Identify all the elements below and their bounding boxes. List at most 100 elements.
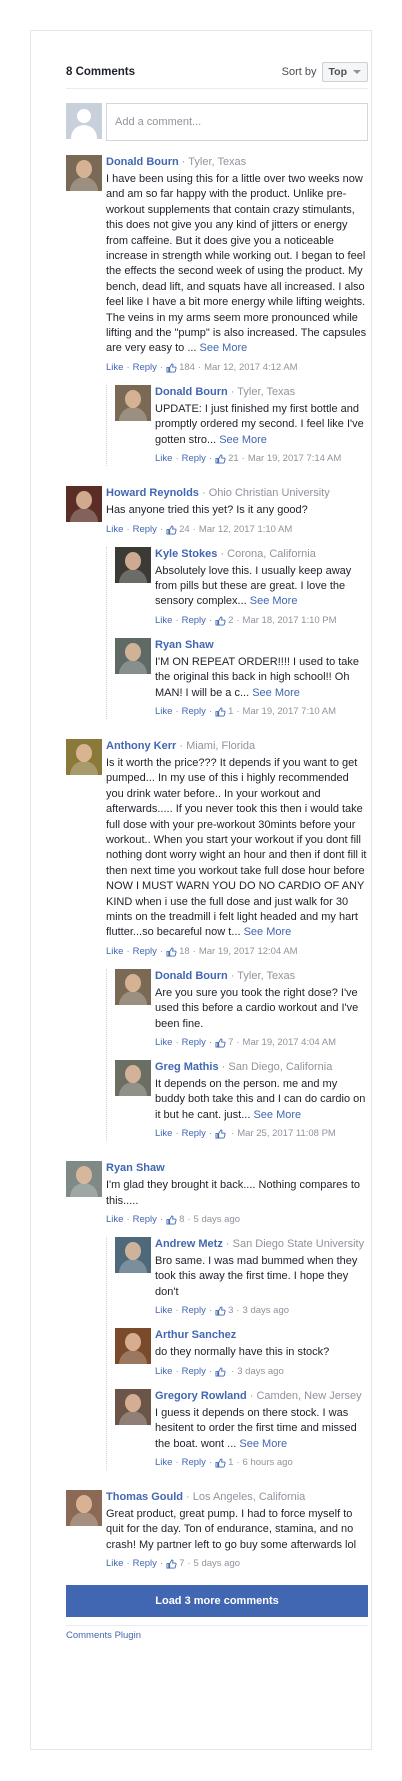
timestamp[interactable]: Mar 19, 2017 12:04 AM bbox=[199, 945, 298, 959]
timestamp[interactable]: Mar 19, 2017 4:04 AM bbox=[243, 1036, 336, 1050]
like-link[interactable]: Like bbox=[155, 1365, 172, 1379]
reply-link[interactable]: Reply bbox=[133, 1557, 157, 1571]
timestamp[interactable]: 3 days ago bbox=[243, 1304, 289, 1318]
reply-link[interactable]: Reply bbox=[182, 1127, 206, 1141]
like-link[interactable]: Like bbox=[155, 705, 172, 719]
author-name[interactable]: Anthony Kerr bbox=[106, 740, 176, 752]
like-count[interactable]: 21 bbox=[215, 452, 239, 466]
like-count[interactable]: 18 bbox=[166, 945, 190, 959]
avatar[interactable] bbox=[115, 384, 151, 421]
reply: Donald Bourn · Tyler, Texas Are you sure … bbox=[115, 968, 368, 1050]
timestamp[interactable]: 3 days ago bbox=[237, 1365, 283, 1379]
timestamp[interactable]: 5 days ago bbox=[194, 1213, 240, 1227]
like-link[interactable]: Like bbox=[106, 361, 123, 375]
sort-dropdown[interactable]: Top bbox=[321, 61, 368, 82]
author-name[interactable]: Gregory Rowland bbox=[155, 1390, 247, 1402]
like-link[interactable]: Like bbox=[106, 523, 123, 537]
timestamp[interactable]: Mar 25, 2017 11:08 PM bbox=[237, 1127, 336, 1141]
avatar[interactable] bbox=[66, 738, 102, 775]
separator: · bbox=[218, 1061, 229, 1074]
see-more-link[interactable]: See More bbox=[252, 687, 300, 699]
like-count-value: 24 bbox=[179, 523, 190, 535]
load-more-button[interactable]: Load 3 more comments bbox=[66, 1585, 368, 1618]
like-link[interactable]: Like bbox=[155, 1127, 172, 1141]
like-link[interactable]: Like bbox=[155, 1036, 172, 1050]
see-more-link[interactable]: See More bbox=[219, 434, 267, 446]
avatar[interactable] bbox=[115, 546, 151, 583]
author-name[interactable]: Arthur Sanchez bbox=[155, 1329, 236, 1341]
timestamp[interactable]: 5 days ago bbox=[194, 1557, 240, 1571]
like-count[interactable]: 8 bbox=[166, 1213, 184, 1227]
reply-link[interactable]: Reply bbox=[133, 361, 157, 375]
comments-plugin-link[interactable]: Comments Plugin bbox=[66, 1625, 368, 1641]
reply-link[interactable]: Reply bbox=[133, 1213, 157, 1227]
like-link[interactable]: Like bbox=[155, 614, 172, 628]
comment-text-content: Bro same. I was mad bummed when they too… bbox=[155, 1255, 358, 1298]
timestamp[interactable]: 6 hours ago bbox=[243, 1456, 293, 1470]
like-link[interactable]: Like bbox=[155, 1304, 172, 1318]
like-count[interactable]: 24 bbox=[166, 523, 190, 537]
comment-actions: Like · Reply · 1 · Mar 19, 2017 7:10 AM bbox=[155, 705, 368, 719]
see-more-link[interactable]: See More bbox=[253, 1109, 301, 1121]
avatar[interactable] bbox=[66, 1161, 102, 1198]
like-count[interactable] bbox=[215, 1129, 228, 1139]
timestamp[interactable]: Mar 19, 2017 7:14 AM bbox=[248, 452, 341, 466]
like-link[interactable]: Like bbox=[106, 945, 123, 959]
like-link[interactable]: Like bbox=[106, 1557, 123, 1571]
reply-link[interactable]: Reply bbox=[133, 945, 157, 959]
like-count[interactable] bbox=[215, 1367, 228, 1377]
author-line: Ryan Shaw bbox=[155, 638, 368, 653]
reply-link[interactable]: Reply bbox=[182, 1456, 206, 1470]
like-link[interactable]: Like bbox=[106, 1213, 123, 1227]
reply: Donald Bourn · Tyler, Texas UPDATE: I jus… bbox=[115, 384, 368, 466]
avatar[interactable] bbox=[66, 155, 102, 191]
avatar[interactable] bbox=[115, 1388, 151, 1425]
reply-link[interactable]: Reply bbox=[182, 1036, 206, 1050]
reply-link[interactable]: Reply bbox=[182, 705, 206, 719]
reply-link[interactable]: Reply bbox=[133, 523, 157, 537]
author-name[interactable]: Donald Bourn bbox=[106, 156, 179, 168]
author-name[interactable]: Ryan Shaw bbox=[106, 1162, 165, 1174]
add-comment-input[interactable] bbox=[106, 103, 368, 141]
timestamp[interactable]: Mar 19, 2017 7:10 AM bbox=[243, 705, 336, 719]
author-name[interactable]: Thomas Gould bbox=[106, 1491, 183, 1503]
thumbs-up-icon bbox=[215, 1038, 226, 1048]
see-more-link[interactable]: See More bbox=[244, 926, 292, 938]
like-count[interactable]: 7 bbox=[166, 1557, 184, 1571]
like-count[interactable]: 3 bbox=[215, 1304, 233, 1318]
see-more-link[interactable]: See More bbox=[200, 342, 248, 354]
author-name[interactable]: Greg Mathis bbox=[155, 1061, 219, 1073]
timestamp[interactable]: Mar 12, 2017 1:10 AM bbox=[199, 523, 292, 537]
like-count[interactable]: 1 bbox=[215, 705, 233, 719]
like-count[interactable]: 1 bbox=[215, 1456, 233, 1470]
reply-link[interactable]: Reply bbox=[182, 614, 206, 628]
author-name[interactable]: Donald Bourn bbox=[155, 970, 228, 982]
see-more-link[interactable]: See More bbox=[250, 595, 298, 607]
author-line: Anthony Kerr · Miami, Florida bbox=[106, 739, 368, 754]
author-name[interactable]: Kyle Stokes bbox=[155, 548, 217, 560]
avatar[interactable] bbox=[115, 1060, 151, 1097]
comment-actions: Like · Reply · 7 · Mar 19, 2017 4:04 AM bbox=[155, 1036, 368, 1050]
reply-link[interactable]: Reply bbox=[182, 1304, 206, 1318]
like-link[interactable]: Like bbox=[155, 1456, 172, 1470]
author-name[interactable]: Howard Reynolds bbox=[106, 487, 199, 499]
reply-link[interactable]: Reply bbox=[182, 1365, 206, 1379]
comment-actions: Like · Reply · 24 · Mar 12, 2017 1:10 AM bbox=[106, 523, 368, 537]
like-count[interactable]: 184 bbox=[166, 361, 195, 375]
avatar[interactable] bbox=[115, 968, 151, 1005]
see-more-link[interactable]: See More bbox=[239, 1438, 287, 1450]
avatar[interactable] bbox=[115, 1237, 151, 1274]
avatar[interactable] bbox=[115, 637, 151, 674]
author-name[interactable]: Donald Bourn bbox=[155, 386, 228, 398]
author-name[interactable]: Andrew Metz bbox=[155, 1238, 223, 1250]
like-count[interactable]: 7 bbox=[215, 1036, 233, 1050]
like-count[interactable]: 2 bbox=[215, 614, 233, 628]
timestamp[interactable]: Mar 12, 2017 4:12 AM bbox=[204, 361, 297, 375]
avatar[interactable] bbox=[66, 486, 102, 523]
avatar[interactable] bbox=[66, 1489, 102, 1526]
like-link[interactable]: Like bbox=[155, 452, 172, 466]
avatar[interactable] bbox=[115, 1328, 151, 1365]
timestamp[interactable]: Mar 18, 2017 1:10 PM bbox=[243, 614, 337, 628]
reply-link[interactable]: Reply bbox=[182, 452, 206, 466]
author-name[interactable]: Ryan Shaw bbox=[155, 639, 214, 651]
